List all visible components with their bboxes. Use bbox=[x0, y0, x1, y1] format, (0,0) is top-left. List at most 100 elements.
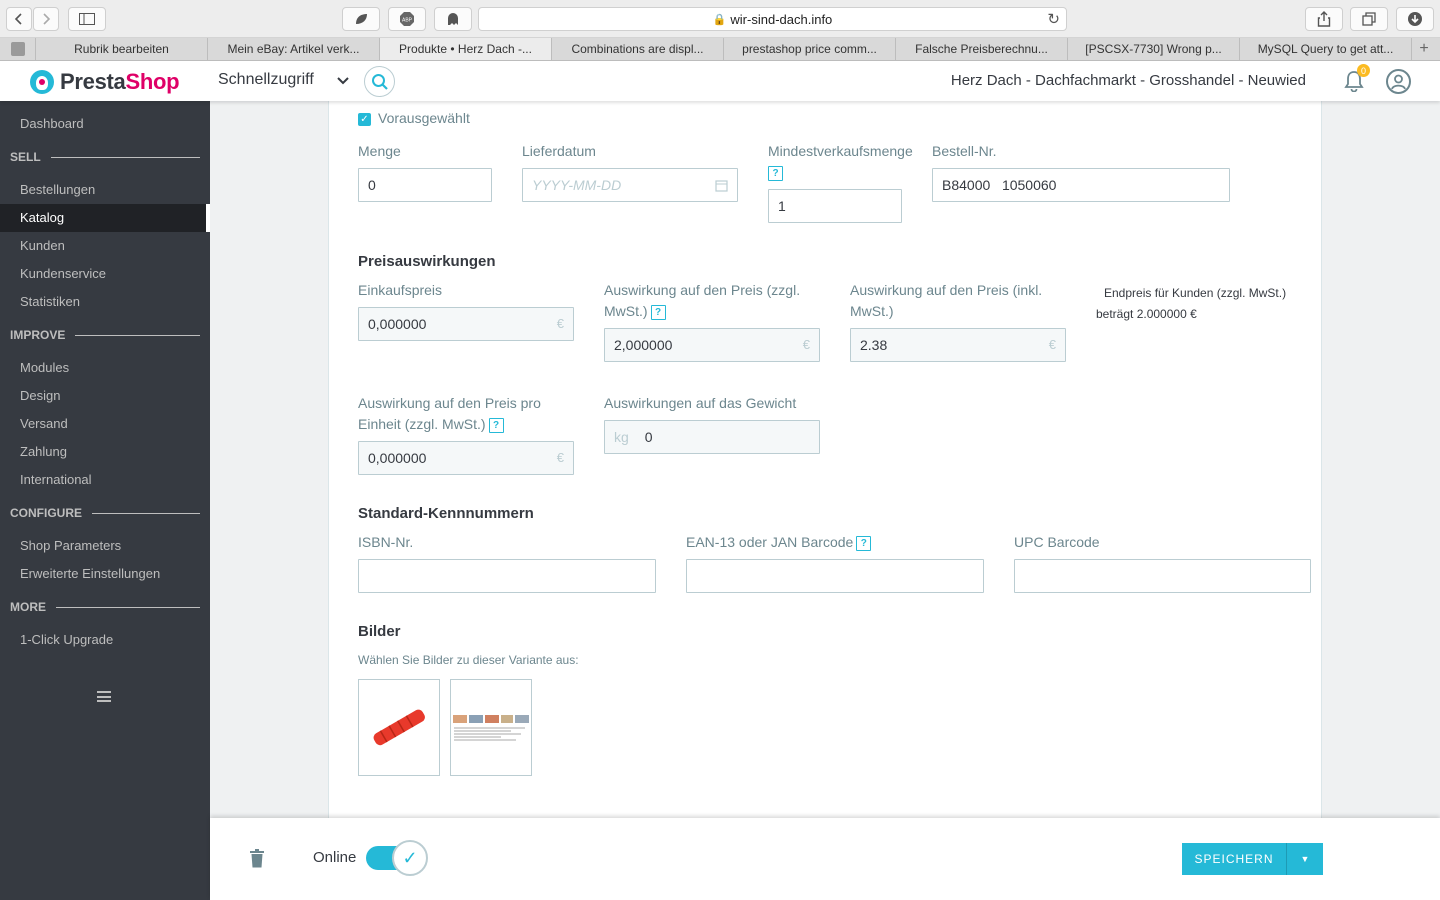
product-image-thumbnail[interactable] bbox=[358, 679, 440, 776]
facebook-icon bbox=[10, 42, 25, 56]
checkmark-icon: ✓ bbox=[392, 840, 428, 876]
browser-tab[interactable]: Combinations are displ... bbox=[552, 38, 724, 60]
sidebar-item-modules[interactable]: Modules bbox=[0, 354, 210, 382]
save-button[interactable]: SPEICHERN bbox=[1182, 852, 1286, 866]
hamburger-menu-icon[interactable] bbox=[97, 691, 111, 702]
url-text: wir-sind-dach.info bbox=[730, 11, 833, 27]
product-footer-bar: Online ✓ SPEICHERN ▼ bbox=[210, 818, 1440, 900]
prestashop-logo[interactable]: PrestaShop bbox=[30, 69, 180, 95]
impact-price-incl-label: Auswirkung auf den Preis (inkl. MwSt.) bbox=[850, 282, 1043, 319]
ghostery-button[interactable] bbox=[434, 7, 472, 31]
quick-access-label[interactable]: Schnellzugriff bbox=[218, 71, 314, 89]
forward-button[interactable] bbox=[33, 7, 59, 31]
sidebar-item-dashboard[interactable]: Dashboard bbox=[0, 110, 210, 138]
tabs-overview-button[interactable] bbox=[1350, 7, 1388, 31]
browser-tab[interactable]: prestashop price comm... bbox=[724, 38, 896, 60]
upc-label: UPC Barcode bbox=[1014, 534, 1100, 550]
svg-text:ABP: ABP bbox=[402, 18, 413, 24]
online-label: Online bbox=[313, 849, 357, 866]
upc-input[interactable] bbox=[1014, 559, 1311, 593]
identifiers-heading: Standard-Kennnummern bbox=[358, 505, 534, 522]
address-bar[interactable]: 🔒 wir-sind-dach.info ↻ bbox=[478, 7, 1067, 31]
browser-toolbar: ABP 🔒 wir-sind-dach.info ↻ bbox=[0, 0, 1440, 38]
min-quantity-label: Mindestverkaufsmenge bbox=[768, 143, 913, 159]
sidebar-item-design[interactable]: Design bbox=[0, 382, 210, 410]
red-dowel-image bbox=[373, 709, 425, 746]
pinned-tab[interactable] bbox=[0, 38, 36, 60]
sidebar-item-customer-service[interactable]: Kundenservice bbox=[0, 260, 210, 288]
trash-icon[interactable] bbox=[249, 849, 265, 868]
online-toggle[interactable]: ✓ bbox=[366, 840, 428, 876]
search-icon bbox=[371, 73, 388, 90]
weight-impact-label: Auswirkungen auf das Gewicht bbox=[604, 395, 797, 411]
sidebar-item-international[interactable]: International bbox=[0, 466, 210, 494]
sidebar-item-shop-parameters[interactable]: Shop Parameters bbox=[0, 532, 210, 560]
browser-tab-active[interactable]: Produkte • Herz Dach -... bbox=[380, 38, 552, 60]
euro-addon: € bbox=[802, 337, 810, 352]
sidebar-item-stats[interactable]: Statistiken bbox=[0, 288, 210, 316]
reload-icon[interactable]: ↻ bbox=[1047, 10, 1060, 28]
euro-addon: € bbox=[1048, 337, 1056, 352]
weight-impact-input[interactable]: kg 0 bbox=[604, 420, 820, 454]
euro-addon: € bbox=[556, 450, 564, 465]
extension-leaf-button[interactable] bbox=[342, 7, 380, 31]
shop-name[interactable]: Herz Dach - Dachfachmarkt - Grosshandel … bbox=[951, 72, 1306, 89]
help-icon[interactable]: ? bbox=[650, 304, 666, 320]
availability-date-label: Lieferdatum bbox=[522, 143, 596, 159]
sidebar-nav: Dashboard SELL Bestellungen Katalog Kund… bbox=[0, 101, 210, 900]
sidebar-section-improve: IMPROVE bbox=[10, 328, 200, 342]
help-icon[interactable]: ? bbox=[768, 166, 783, 181]
sidebar-item-shipping[interactable]: Versand bbox=[0, 410, 210, 438]
sidebar-item-payment[interactable]: Zahlung bbox=[0, 438, 210, 466]
impact-price-excl-label: Auswirkung auf den Preis (zzgl. MwSt.)? bbox=[604, 282, 801, 320]
browser-tab[interactable]: Falsche Preisberechnu... bbox=[896, 38, 1068, 60]
back-button[interactable] bbox=[6, 7, 32, 31]
puffin-logo-icon bbox=[30, 70, 54, 94]
browser-tab[interactable]: MySQL Query to get att... bbox=[1240, 38, 1412, 60]
help-icon[interactable]: ? bbox=[488, 417, 504, 433]
sidebar-item-customers[interactable]: Kunden bbox=[0, 232, 210, 260]
images-hint: Wählen Sie Bilder zu dieser Variante aus… bbox=[358, 653, 579, 667]
new-tab-button[interactable]: + bbox=[1412, 38, 1436, 60]
unit-price-impact-input[interactable]: 0,000000 € bbox=[358, 441, 574, 475]
min-quantity-input[interactable]: 1 bbox=[768, 189, 902, 223]
sidebar-toggle-button[interactable] bbox=[68, 7, 106, 31]
preselected-checkbox[interactable]: ✓ bbox=[358, 113, 371, 126]
final-price-text: Endpreis für Kunden (zzgl. MwSt.) beträg… bbox=[1096, 286, 1287, 321]
impact-price-excl-input[interactable]: 2,000000 € bbox=[604, 328, 820, 362]
browser-tab[interactable]: Rubrik bearbeiten bbox=[36, 38, 208, 60]
ean13-input[interactable] bbox=[686, 559, 984, 593]
sidebar-item-orders[interactable]: Bestellungen bbox=[0, 176, 210, 204]
caret-down-icon[interactable]: ▼ bbox=[1287, 854, 1323, 864]
quantity-input[interactable]: 0 bbox=[358, 168, 492, 202]
downloads-button[interactable] bbox=[1396, 7, 1434, 31]
euro-addon: € bbox=[556, 316, 564, 331]
browser-tab[interactable]: [PSCSX-7730] Wrong p... bbox=[1068, 38, 1240, 60]
impact-price-incl-input[interactable]: 2.38 € bbox=[850, 328, 1066, 362]
calendar-icon[interactable] bbox=[715, 179, 728, 192]
download-icon bbox=[1408, 12, 1422, 26]
user-avatar-icon[interactable] bbox=[1386, 69, 1411, 94]
ean13-label: EAN-13 oder JAN Barcode? bbox=[686, 532, 872, 553]
chevron-down-icon[interactable] bbox=[336, 69, 350, 91]
search-button[interactable] bbox=[364, 66, 395, 97]
chevron-left-icon bbox=[14, 13, 22, 25]
reference-input[interactable]: B84000 1050060 bbox=[932, 168, 1230, 202]
sidebar-item-upgrade[interactable]: 1-Click Upgrade bbox=[0, 626, 210, 654]
share-button[interactable] bbox=[1305, 7, 1343, 31]
notification-badge: 0 bbox=[1357, 64, 1370, 77]
availability-date-input[interactable]: YYYY-MM-DD bbox=[522, 168, 738, 202]
quantity-label: Menge bbox=[358, 143, 401, 159]
tabs-icon bbox=[1362, 12, 1376, 26]
browser-tab[interactable]: Mein eBay: Artikel verk... bbox=[208, 38, 380, 60]
adblock-button[interactable]: ABP bbox=[388, 7, 426, 31]
product-image-thumbnail[interactable] bbox=[450, 679, 532, 776]
sidebar-item-catalog[interactable]: Katalog bbox=[0, 204, 210, 232]
leaf-icon bbox=[356, 14, 367, 24]
installation-diagram-image bbox=[453, 715, 529, 741]
help-icon[interactable]: ? bbox=[856, 535, 872, 551]
sidebar-item-advanced-settings[interactable]: Erweiterte Einstellungen bbox=[0, 560, 210, 588]
wholesale-price-input[interactable]: 0,000000 € bbox=[358, 307, 574, 341]
sidebar-section-more: MORE bbox=[10, 600, 200, 614]
isbn-input[interactable] bbox=[358, 559, 656, 593]
